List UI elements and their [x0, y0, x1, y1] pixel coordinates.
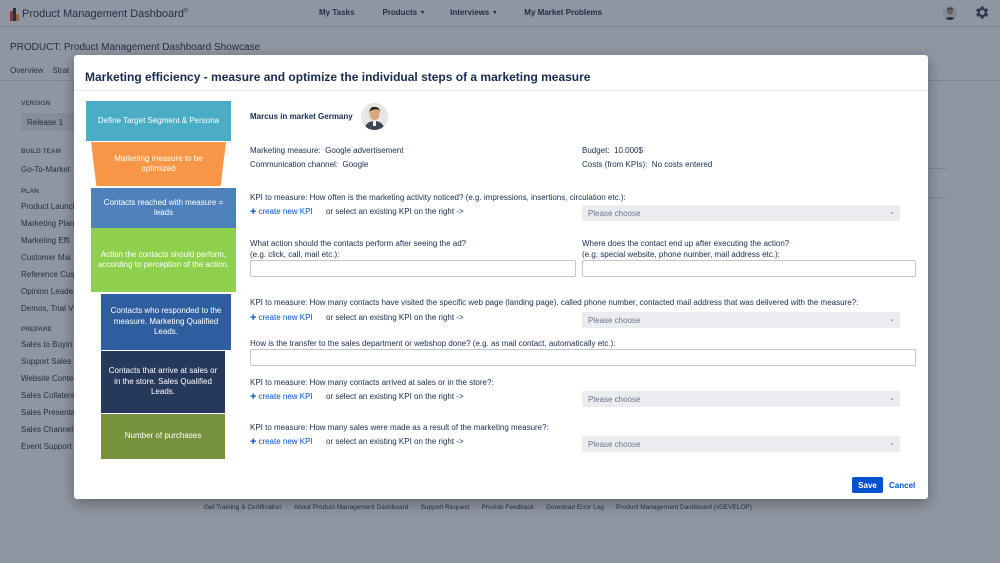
create-kpi-link-1[interactable]: + create new KPI	[250, 205, 313, 218]
funnel-stage-contacts-reached: Contacts reached with measure = leads	[91, 188, 236, 228]
kpi-select-2[interactable]: Please choose ⌄	[582, 312, 900, 328]
communication-channel-value: Google	[342, 160, 369, 169]
marketing-measure-value: Google advertisement	[325, 146, 404, 155]
cancel-button[interactable]: Cancel	[889, 481, 915, 490]
select-kpi-hint: or select an existing KPI on the right -…	[326, 313, 464, 322]
chevron-down-icon: ⌄	[889, 209, 895, 216]
contact-action-label: What action should the contacts perform …	[250, 238, 466, 260]
sales-transfer-field[interactable]	[250, 349, 916, 366]
kpi-sales-label: KPI to measure: How many sales were made…	[250, 423, 549, 432]
create-kpi-link-2[interactable]: + create new KPI	[250, 311, 313, 324]
funnel-stage-target-segment: Define Target Segment & Persona	[86, 101, 231, 141]
costs-label: Costs (from KPIs):	[582, 160, 648, 169]
chevron-down-icon: ⌄	[889, 395, 895, 402]
kpi-select-placeholder: Please choose	[588, 209, 641, 218]
create-kpi-link-4[interactable]: + create new KPI	[250, 435, 313, 448]
funnel-stage-label: Contacts that arrive at sales or in the …	[108, 366, 218, 397]
sales-transfer-label: How is the transfer to the sales departm…	[250, 339, 616, 348]
plus-icon: +	[250, 435, 257, 448]
funnel-stage-label: Action the contacts should perform, acco…	[97, 249, 230, 270]
kpi-noticed-label: KPI to measure: How often is the marketi…	[250, 193, 626, 202]
chevron-down-icon: ⌄	[889, 440, 895, 447]
funnel-stage-sales-qualified-leads: Contacts that arrive at sales or in the …	[101, 351, 225, 413]
select-kpi-hint: or select an existing KPI on the right -…	[326, 392, 464, 401]
contact-action-field[interactable]	[250, 260, 576, 277]
kpi-select-4[interactable]: Please choose ⌄	[582, 436, 900, 452]
kpi-arrived-label: KPI to measure: How many contacts arrive…	[250, 378, 494, 387]
funnel-stage-marketing-qualified-leads: Contacts who responded to the measure. M…	[101, 294, 231, 350]
kpi-select-placeholder: Please choose	[588, 395, 641, 404]
contact-destination-label-line1: Where does the contact end up after exec…	[582, 239, 790, 248]
funnel-stage-label: Marketing measure to be optimized	[114, 153, 203, 174]
budget-label: Budget:	[582, 146, 610, 155]
dialog-divider	[74, 90, 928, 91]
costs-info: Costs (from KPIs): No costs entered	[582, 160, 712, 169]
funnel-stage-purchases: Number of purchases	[101, 414, 225, 459]
create-kpi-label: create new KPI	[258, 392, 313, 401]
contact-action-label-line1: What action should the contacts perform …	[250, 239, 467, 248]
dialog-title: Marketing efficiency - measure and optim…	[85, 70, 591, 84]
kpi-select-1[interactable]: Please choose ⌄	[582, 205, 900, 221]
marketing-measure-label: Marketing measure:	[250, 146, 321, 155]
funnel-stage-label: Number of purchases	[124, 431, 202, 441]
persona-avatar	[360, 103, 388, 130]
create-kpi-label: create new KPI	[258, 207, 313, 216]
contact-destination-field[interactable]	[582, 260, 916, 277]
costs-value: No costs entered	[651, 160, 713, 169]
communication-channel-info: Communication channel: Google	[250, 160, 368, 169]
create-kpi-link-3[interactable]: + create new KPI	[250, 390, 313, 403]
communication-channel-label: Communication channel:	[250, 160, 339, 169]
chevron-down-icon: ⌄	[889, 316, 895, 323]
funnel-stage-label: Define Target Segment & Persona	[97, 115, 220, 125]
select-kpi-hint: or select an existing KPI on the right -…	[326, 207, 464, 216]
budget-info: Budget: 10.000$	[582, 146, 643, 155]
plus-icon: +	[250, 390, 257, 403]
create-kpi-label: create new KPI	[258, 313, 313, 322]
persona-header: Marcus in market Germany	[250, 103, 388, 130]
kpi-select-placeholder: Please choose	[588, 316, 641, 325]
create-kpi-label: create new KPI	[258, 437, 313, 446]
funnel-stage-marketing-measure: Marketing measure to be optimized	[91, 142, 226, 186]
kpi-visited-label: KPI to measure: How many contacts have v…	[250, 298, 859, 307]
contact-action-label-line2: (e.g. click, call, mail etc.):	[250, 250, 340, 259]
select-kpi-hint: or select an existing KPI on the right -…	[326, 437, 464, 446]
kpi-select-placeholder: Please choose	[588, 440, 641, 449]
persona-name: Marcus in market Germany	[250, 112, 353, 121]
kpi-select-3[interactable]: Please choose ⌄	[582, 391, 900, 407]
plus-icon: +	[250, 311, 257, 324]
funnel-stage-contact-action: Action the contacts should perform, acco…	[91, 228, 236, 292]
contact-destination-label-line2: (e.g. special website, phone number, mai…	[582, 250, 780, 259]
save-button[interactable]: Save	[852, 477, 883, 493]
marketing-efficiency-dialog: Marketing efficiency - measure and optim…	[74, 55, 928, 499]
contact-destination-label: Where does the contact end up after exec…	[582, 238, 789, 260]
marketing-measure-info: Marketing measure: Google advertisement	[250, 146, 403, 155]
plus-icon: +	[250, 205, 257, 218]
funnel-stage-label: Contacts reached with measure = leads	[103, 197, 224, 218]
budget-value: 10.000$	[614, 146, 643, 155]
funnel-stage-label: Contacts who responded to the measure. M…	[110, 306, 222, 337]
